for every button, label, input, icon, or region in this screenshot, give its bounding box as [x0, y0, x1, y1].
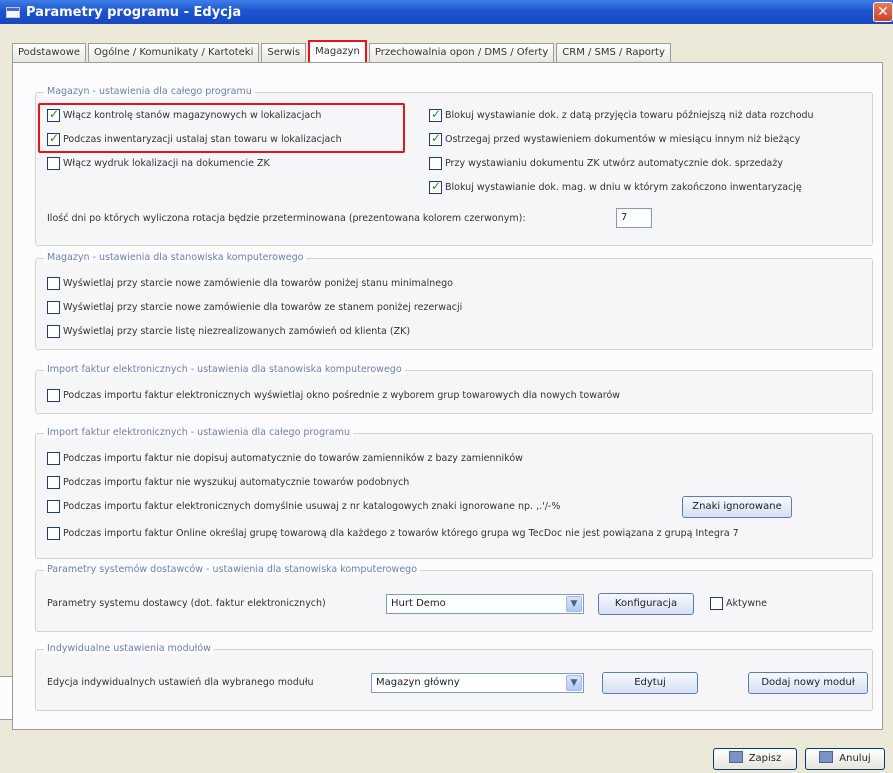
option-stan-minimalny[interactable]: Wyświetlaj przy starcie nowe zamówienie …: [47, 277, 453, 290]
group-modules: Indywidualne ustawienia modułów Edycja i…: [35, 643, 873, 711]
group-magazyn-program: Magazyn - ustawienia dla całego programu…: [35, 86, 873, 246]
checkbox[interactable]: [47, 452, 60, 465]
group-title: Magazyn - ustawienia dla stanowiska komp…: [44, 252, 307, 263]
module-label: Edycja indywidualnych ustawień dla wybra…: [47, 677, 314, 688]
save-button-label: Zapisz: [748, 753, 782, 764]
window-title: Parametry programu - Edycja: [26, 4, 242, 20]
checkbox[interactable]: [47, 527, 60, 540]
checkbox[interactable]: [429, 157, 442, 170]
option-wydruk-lokalizacji[interactable]: Włącz wydruk lokalizacji na dokumencie Z…: [47, 157, 270, 170]
option-okno-posrednie[interactable]: Podczas importu faktur elektronicznych w…: [47, 389, 620, 402]
highlight-frame: [38, 103, 405, 153]
checkbox[interactable]: [47, 277, 60, 290]
supplier-select[interactable]: Hurt Demo ▼: [386, 594, 584, 614]
option-label: Aktywne: [726, 598, 767, 609]
group-import-station: Import faktur elektronicznych - ustawien…: [35, 364, 873, 414]
rotation-label: Ilość dni po których wyliczona rotacja b…: [47, 213, 526, 224]
tab-przechowalnia[interactable]: Przechowalnia opon / DMS / Oferty: [368, 43, 555, 62]
tab-panel: Magazyn - ustawienia dla całego programu…: [12, 62, 883, 730]
tab-podstawowe[interactable]: Podstawowe: [12, 43, 87, 62]
left-edge-strip: [0, 676, 12, 720]
option-blokuj-date-przyjecia[interactable]: Blokuj wystawianie dok. z datą przyjęcia…: [429, 107, 814, 122]
module-select-value: Magazyn główny: [376, 677, 460, 688]
chevron-down-icon[interactable]: ▼: [566, 596, 582, 612]
option-label: Podczas importu faktur elektronicznych d…: [63, 501, 561, 512]
close-button[interactable]: ✕: [873, 2, 893, 22]
tab-serwis[interactable]: Serwis: [261, 43, 307, 62]
checkbox[interactable]: [710, 597, 723, 610]
supplier-label: Parametry systemu dostawcy (dot. faktur …: [47, 598, 326, 609]
option-label: Włącz wydruk lokalizacji na dokumencie Z…: [63, 158, 270, 169]
checkbox[interactable]: [429, 131, 442, 146]
option-label: Przy wystawianiu dokumentu ZK utwórz aut…: [445, 158, 783, 169]
chevron-down-icon[interactable]: ▼: [566, 675, 582, 691]
tab-ogolne[interactable]: Ogólne / Komunikaty / Kartoteki: [88, 43, 260, 62]
checkbox[interactable]: [47, 476, 60, 489]
app-icon: [6, 6, 20, 18]
save-button[interactable]: Zapisz: [713, 748, 797, 770]
rotation-days-input[interactable]: 7: [616, 208, 652, 228]
add-module-button[interactable]: Dodaj nowy moduł: [748, 672, 868, 694]
group-suppliers: Parametry systemów dostawców - ustawieni…: [35, 564, 873, 632]
option-ostrzegaj-miesiac[interactable]: Ostrzegaj przed wystawieniem dokumentów …: [429, 131, 801, 146]
group-title: Parametry systemów dostawców - ustawieni…: [44, 564, 421, 575]
checkbox[interactable]: [47, 301, 60, 314]
ignored-chars-button[interactable]: Znaki ignorowane: [682, 496, 792, 518]
option-label: Podczas importu faktur nie wyszukuj auto…: [63, 477, 410, 488]
checkbox[interactable]: [47, 157, 60, 170]
title-bar: Parametry programu - Edycja ✕: [0, 0, 893, 24]
option-nie-dopisuj-zamiennikow[interactable]: Podczas importu faktur nie dopisuj autom…: [47, 452, 523, 465]
option-label: Wyświetlaj przy starcie listę niezrealiz…: [63, 326, 411, 337]
option-label: Blokuj wystawianie dok. mag. w dniu w kt…: [445, 182, 802, 193]
option-zk-sprzedaz[interactable]: Przy wystawianiu dokumentu ZK utwórz aut…: [429, 157, 783, 170]
checkbox[interactable]: [429, 179, 442, 194]
option-label: Wyświetlaj przy starcie nowe zamówienie …: [63, 278, 453, 289]
option-aktywne[interactable]: Aktywne: [710, 597, 767, 610]
group-title: Magazyn - ustawienia dla całego programu: [44, 86, 255, 97]
cancel-button[interactable]: Anuluj: [805, 748, 885, 770]
checkbox[interactable]: [47, 389, 60, 402]
option-usuwaj-znaki[interactable]: Podczas importu faktur elektronicznych d…: [47, 500, 560, 513]
option-label: Wyświetlaj przy starcie nowe zamówienie …: [63, 302, 463, 313]
group-title: Import faktur elektronicznych - ustawien…: [44, 364, 405, 375]
checkbox[interactable]: [47, 500, 60, 513]
group-import-program: Import faktur elektronicznych - ustawien…: [35, 427, 873, 559]
checkbox[interactable]: [429, 107, 442, 122]
tab-magazyn[interactable]: Magazyn: [308, 40, 367, 62]
group-title: Indywidualne ustawienia modułów: [44, 643, 214, 654]
option-blokuj-inwentaryzacja[interactable]: Blokuj wystawianie dok. mag. w dniu w kt…: [429, 179, 802, 194]
tab-crm[interactable]: CRM / SMS / Raporty: [556, 43, 671, 62]
save-icon: [728, 751, 743, 763]
option-niezrealizowane-zk[interactable]: Wyświetlaj przy starcie listę niezrealiz…: [47, 325, 410, 338]
tab-strip: Podstawowe Ogólne / Komunikaty / Kartote…: [12, 40, 673, 62]
option-grupa-tecdoc[interactable]: Podczas importu faktur Online określaj g…: [47, 527, 739, 540]
config-button[interactable]: Konfiguracja: [598, 593, 694, 615]
group-magazyn-station: Magazyn - ustawienia dla stanowiska komp…: [35, 252, 873, 350]
group-title: Import faktur elektronicznych - ustawien…: [44, 427, 353, 438]
option-label: Blokuj wystawianie dok. z datą przyjęcia…: [445, 110, 814, 121]
option-label: Podczas importu faktur nie dopisuj autom…: [63, 453, 523, 464]
checkbox[interactable]: [47, 325, 60, 338]
option-nie-wyszukuj-podobnych[interactable]: Podczas importu faktur nie wyszukuj auto…: [47, 476, 409, 489]
module-select[interactable]: Magazyn główny ▼: [371, 673, 584, 693]
cancel-button-label: Anuluj: [839, 753, 871, 764]
cancel-icon: [819, 751, 834, 763]
supplier-select-value: Hurt Demo: [391, 598, 446, 609]
option-ponizej-rezerwacji[interactable]: Wyświetlaj przy starcie nowe zamówienie …: [47, 301, 462, 314]
option-label: Podczas importu faktur Online określaj g…: [63, 528, 739, 539]
option-label: Podczas importu faktur elektronicznych w…: [63, 390, 621, 401]
option-label: Ostrzegaj przed wystawieniem dokumentów …: [445, 134, 801, 145]
edit-module-button[interactable]: Edytuj: [602, 672, 698, 694]
